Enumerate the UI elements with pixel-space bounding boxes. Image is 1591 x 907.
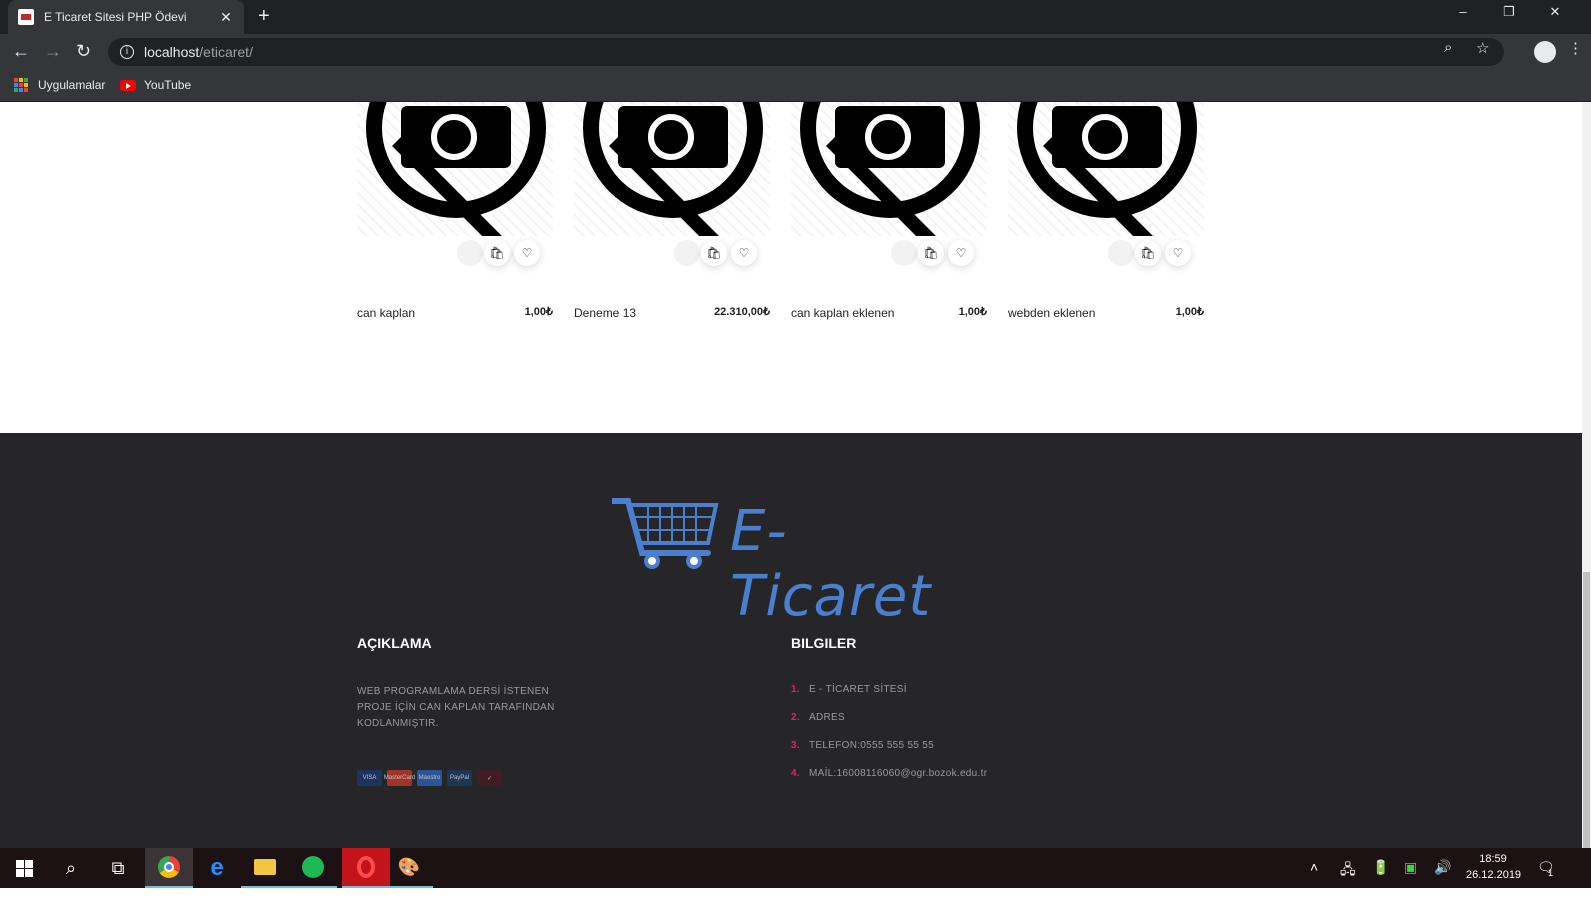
product-price: 22.310,00₺: [714, 306, 770, 318]
tray-overflow-icon[interactable]: ˄: [1310, 859, 1318, 875]
search-icon[interactable]: ⌕: [47, 848, 95, 888]
restore-button[interactable]: ❐: [1486, 4, 1532, 20]
product-card[interactable]: 🛍 ♡ can kaplan eklenen 1,00₺: [791, 102, 987, 332]
browser-tab[interactable]: E Ticaret Sitesi PHP Ödevi ✕: [8, 0, 244, 34]
add-to-cart-icon[interactable]: 🛍: [484, 240, 510, 266]
list-item: 2. ADRES: [791, 712, 845, 723]
battery-icon[interactable]: 🔋: [1372, 859, 1389, 876]
quick-view-button[interactable]: [891, 240, 917, 266]
youtube-icon: [120, 79, 136, 91]
page-content: 🛍 ♡ can kaplan 1,00₺ 🛍 ♡ Deneme 13 22.31…: [0, 102, 1582, 860]
product-name[interactable]: Deneme 13: [574, 306, 636, 320]
product-card[interactable]: 🛍 ♡ Deneme 13 22.310,00₺: [574, 102, 770, 332]
address-bar[interactable]: i localhost/eticaret/: [108, 38, 1504, 66]
payment-methods: VISA MasterCard Maestro PayPal ✓: [357, 770, 502, 786]
product-name[interactable]: can kaplan: [357, 306, 415, 320]
bookmark-star-icon[interactable]: ☆: [1476, 39, 1489, 57]
windows-logo-icon: [15, 859, 33, 877]
clock-date: 26.12.2019: [1466, 869, 1522, 881]
no-image-placeholder-icon[interactable]: [791, 102, 987, 236]
quick-view-button[interactable]: [674, 240, 700, 266]
bookmarks-bar: Uygulamalar YouTube: [0, 70, 1591, 102]
volume-icon[interactable]: 🔊: [1434, 859, 1451, 876]
browser-toolbar: ← → ↻ i localhost/eticaret/ ⌕ ☆ ⋮: [0, 34, 1591, 70]
app-tray-icon[interactable]: ▣: [1404, 859, 1417, 876]
about-text: WEB PROGRAMLAMA DERSİ İSTENEN PROJE İÇİN…: [357, 686, 555, 729]
site-footer: E-Ticaret AÇIKLAMA WEB PROGRAMLAMA DERSİ…: [0, 433, 1582, 860]
menu-kebab-icon[interactable]: ⋮: [1568, 39, 1583, 57]
product-name[interactable]: webden eklenen: [1008, 306, 1095, 320]
zoom-icon[interactable]: ⌕: [1444, 39, 1452, 56]
url-host: localhost: [144, 44, 200, 60]
site-info-icon[interactable]: i: [120, 45, 134, 59]
edge-icon[interactable]: e: [193, 848, 241, 888]
no-image-placeholder-icon[interactable]: [1008, 102, 1204, 236]
visa-icon: VISA: [357, 770, 382, 786]
list-item: 1. E - TİCARET SİTESİ: [791, 684, 907, 695]
taskbar-clock[interactable]: 18:59 26.12.2019: [1466, 851, 1522, 883]
bookmark-apps[interactable]: Uygulamalar: [14, 78, 105, 92]
tab-title: E Ticaret Sitesi PHP Ödevi: [44, 10, 187, 24]
back-button[interactable]: ←: [12, 42, 30, 60]
reload-button[interactable]: ↻: [76, 42, 91, 60]
verified-icon: ✓: [477, 770, 502, 786]
info-heading: BILGILER: [791, 635, 857, 651]
page-scrollbar[interactable]: [1582, 102, 1591, 860]
wishlist-heart-icon[interactable]: ♡: [1165, 240, 1191, 266]
browser-tab-bar: E Ticaret Sitesi PHP Ödevi ✕ + – ❐ ✕: [0, 0, 1591, 34]
paypal-icon: PayPal: [447, 770, 472, 786]
apps-grid-icon: [14, 78, 28, 92]
add-to-cart-icon[interactable]: 🛍: [1135, 240, 1161, 266]
product-price: 1,00₺: [1175, 306, 1204, 318]
product-price: 1,00₺: [524, 306, 553, 318]
no-image-placeholder-icon[interactable]: [357, 102, 553, 236]
logo-text: E-Ticaret: [730, 499, 932, 629]
product-name[interactable]: can kaplan eklenen: [791, 306, 894, 320]
quick-view-button[interactable]: [457, 240, 483, 266]
mastercard-icon: MasterCard: [384, 770, 415, 786]
wishlist-heart-icon[interactable]: ♡: [948, 240, 974, 266]
footer-logo[interactable]: E-Ticaret: [609, 495, 952, 629]
bookmark-youtube[interactable]: YouTube: [120, 78, 191, 92]
paint-icon[interactable]: 🎨: [385, 848, 433, 888]
url-path: /eticaret/: [199, 44, 253, 60]
bookmark-label: YouTube: [144, 78, 192, 92]
minimize-button[interactable]: –: [1440, 4, 1486, 19]
network-icon[interactable]: 🖧: [1340, 859, 1356, 883]
info-list: 1. E - TİCARET SİTESİ 2. ADRES 3. TELEFON:0…: [791, 684, 987, 796]
maestro-icon: Maestro: [417, 770, 442, 786]
product-card[interactable]: 🛍 ♡ webden eklenen 1,00₺: [1008, 102, 1204, 332]
profile-avatar[interactable]: [1534, 41, 1556, 63]
list-item: 3. TELEFON:0555 555 55 55: [791, 740, 935, 751]
chrome-icon[interactable]: [145, 848, 193, 888]
list-item: 4. MAİL:16008116060@ogr.bozok.edu.tr: [791, 768, 988, 779]
start-button[interactable]: [0, 848, 48, 888]
windows-taskbar: ⌕ ⧉ e 🎨 ˄ 🖧 🔋 ▣ 🔊 18:59 26.12.2019 🗨 1: [0, 848, 1591, 888]
wishlist-heart-icon[interactable]: ♡: [514, 240, 540, 266]
spotify-icon[interactable]: [289, 848, 337, 888]
about-heading: AÇIKLAMA: [357, 635, 432, 651]
add-to-cart-icon[interactable]: 🛍: [701, 240, 727, 266]
shopping-cart-icon: [609, 498, 719, 569]
clock-time: 18:59: [1479, 853, 1507, 865]
notification-count: 1: [1548, 868, 1554, 878]
new-tab-button[interactable]: +: [258, 6, 270, 26]
opera-icon[interactable]: [342, 848, 390, 888]
wishlist-heart-icon[interactable]: ♡: [731, 240, 757, 266]
product-price: 1,00₺: [958, 306, 987, 318]
forward-button[interactable]: →: [44, 42, 62, 60]
scrollbar-thumb[interactable]: [1583, 572, 1590, 852]
bookmark-label: Uygulamalar: [38, 78, 106, 92]
tab-close-icon[interactable]: ✕: [218, 9, 234, 26]
site-favicon-icon: [18, 9, 34, 25]
file-explorer-icon[interactable]: [241, 848, 289, 888]
quick-view-button[interactable]: [1108, 240, 1134, 266]
add-to-cart-icon[interactable]: 🛍: [918, 240, 944, 266]
task-view-icon[interactable]: ⧉: [94, 848, 142, 888]
product-card[interactable]: 🛍 ♡ can kaplan 1,00₺: [357, 102, 553, 332]
close-window-button[interactable]: ✕: [1532, 4, 1578, 20]
no-image-placeholder-icon[interactable]: [574, 102, 770, 236]
